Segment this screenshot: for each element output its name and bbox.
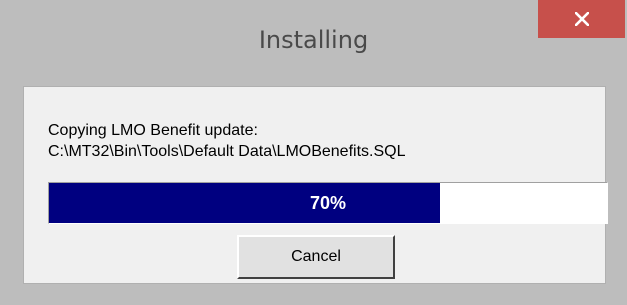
file-path: C:\MT32\Bin\Tools\Default Data\LMOBenefi… [48, 143, 406, 160]
close-icon [574, 12, 589, 26]
progress-percent: 70% [309, 192, 347, 213]
installer-window: Installing Copying LMO Benefit update: C… [0, 0, 627, 305]
window-title: Installing [258, 26, 369, 54]
close-button[interactable] [538, 0, 625, 38]
title-bar[interactable]: Installing [0, 0, 627, 85]
dialog-content: Copying LMO Benefit update: C:\MT32\Bin\… [23, 86, 608, 284]
cancel-button[interactable]: Cancel [237, 235, 395, 279]
progress-bar: 70% [48, 182, 608, 224]
status-message: Copying LMO Benefit update: [48, 122, 258, 139]
